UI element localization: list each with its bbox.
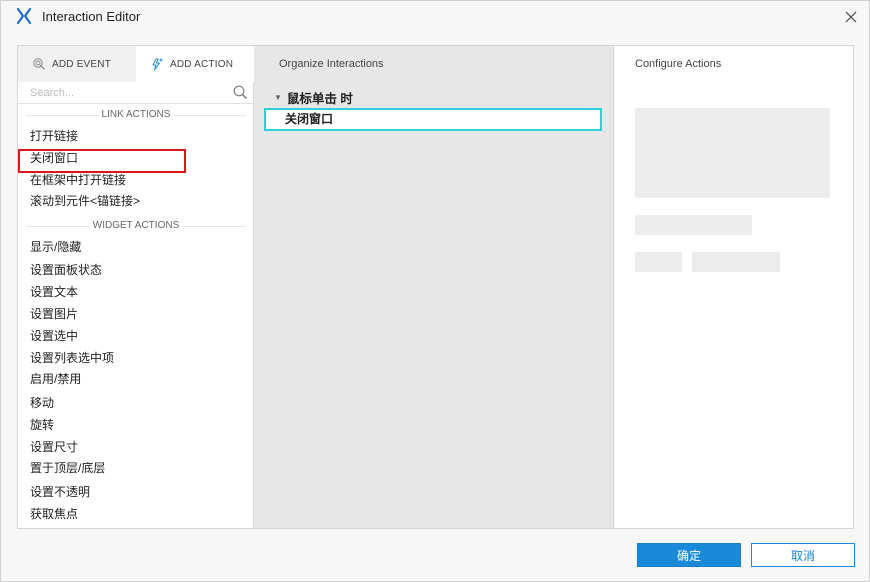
placeholder-chip xyxy=(635,252,682,272)
event-label: 鼠标单击 时 xyxy=(286,92,353,106)
action-item-open-link-in-frame[interactable]: 在框架中打开链接 xyxy=(30,170,126,190)
placeholder-block xyxy=(635,108,830,198)
close-icon xyxy=(845,11,857,23)
interaction-editor-window: Interaction Editor ADD EVENT ADD ACTION … xyxy=(0,0,870,582)
title-bar: Interaction Editor xyxy=(1,1,869,33)
action-item-show-hide[interactable]: 显示/隐藏 xyxy=(30,237,81,257)
ok-button[interactable]: 确定 xyxy=(637,543,741,567)
section-label: LINK ACTIONS xyxy=(97,109,175,120)
close-button[interactable] xyxy=(839,5,863,29)
caret-down-icon[interactable]: ▼ xyxy=(274,93,282,102)
action-item-move[interactable]: 移动 xyxy=(30,393,54,413)
action-item-set-list-selection[interactable]: 设置列表选中项 xyxy=(30,348,114,368)
tab-add-action[interactable]: ADD ACTION xyxy=(136,46,254,82)
action-item-set-image[interactable]: 设置图片 xyxy=(30,304,78,324)
configure-actions-title: Configure Actions xyxy=(635,58,722,70)
tab-bar: ADD EVENT ADD ACTION xyxy=(18,46,254,82)
editor-content: ADD EVENT ADD ACTION Search... LINK ACTI… xyxy=(17,45,854,529)
cancel-button[interactable]: 取消 xyxy=(751,543,855,567)
configure-actions-panel: Configure Actions xyxy=(613,46,853,528)
section-label: WIDGET ACTIONS xyxy=(88,220,184,231)
search-input[interactable] xyxy=(30,85,220,101)
app-logo-icon xyxy=(16,8,32,24)
selected-action-row[interactable]: 关闭窗口 xyxy=(264,108,602,131)
add-action-icon xyxy=(152,58,163,71)
tab-add-action-label: ADD ACTION xyxy=(170,58,234,70)
action-item-focus[interactable]: 获取焦点 xyxy=(30,504,78,524)
search-icon[interactable] xyxy=(233,85,248,100)
tab-add-event-label: ADD EVENT xyxy=(52,58,112,70)
action-item-scroll-to-widget[interactable]: 滚动到元件<锚链接> xyxy=(30,191,140,211)
action-item-set-panel-state[interactable]: 设置面板状态 xyxy=(30,260,102,280)
action-item-set-selected[interactable]: 设置选中 xyxy=(30,326,78,346)
organize-interactions-title: Organize Interactions xyxy=(279,58,384,70)
action-item-set-size[interactable]: 设置尺寸 xyxy=(30,437,78,457)
window-title: Interaction Editor xyxy=(42,9,141,24)
section-header-link-actions: LINK ACTIONS xyxy=(18,108,254,122)
action-item-enable-disable[interactable]: 启用/禁用 xyxy=(30,369,81,389)
action-item-bring-front-back[interactable]: 置于顶层/底层 xyxy=(30,458,105,478)
action-item-open-link[interactable]: 打开链接 xyxy=(30,126,78,146)
placeholder-bar xyxy=(635,215,752,235)
placeholder-chip xyxy=(692,252,780,272)
tab-add-event[interactable]: ADD EVENT xyxy=(18,46,136,82)
action-item-rotate[interactable]: 旋转 xyxy=(30,415,54,435)
action-item-set-opacity[interactable]: 设置不透明 xyxy=(30,482,90,502)
organize-interactions-panel: Organize Interactions ▼ 鼠标单击 时 关闭窗口 xyxy=(254,46,613,528)
add-event-icon xyxy=(33,58,45,70)
section-header-widget-actions: WIDGET ACTIONS xyxy=(18,219,254,233)
highlight-annotation-box xyxy=(18,149,186,173)
action-item-set-text[interactable]: 设置文本 xyxy=(30,282,78,302)
search-box xyxy=(18,82,254,104)
actions-panel: ADD EVENT ADD ACTION Search... LINK ACTI… xyxy=(18,46,254,528)
event-row[interactable]: ▼ 鼠标单击 时 xyxy=(274,88,353,107)
